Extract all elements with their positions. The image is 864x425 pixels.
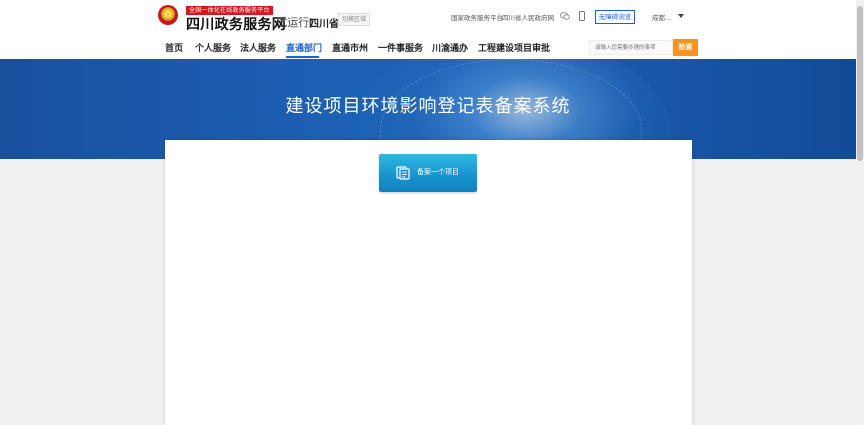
nav-departments[interactable]: 直通部门	[286, 41, 322, 54]
nav-construction-approval[interactable]: 工程建设项目审批	[478, 41, 550, 54]
national-emblem-icon	[158, 5, 178, 25]
content-panel: 备案一个项目	[165, 140, 692, 425]
scrollbar-thumb[interactable]	[857, 6, 863, 161]
page-scrollbar[interactable]	[856, 0, 864, 425]
link-separator: |	[498, 12, 501, 20]
accessibility-button[interactable]: 无障碍浏览	[595, 10, 635, 24]
site-header: 全国一体化在线政务服务平台 四川政务服务网 (试运行) 四川省 切换区域 国家政…	[0, 0, 856, 59]
mobile-app-icon[interactable]	[579, 11, 585, 21]
nav-sichuan-chongqing[interactable]: 川渝通办	[432, 41, 468, 54]
search-button[interactable]: 检索	[673, 39, 698, 56]
nav-legal-person-services[interactable]: 法人服务	[240, 41, 276, 54]
wechat-icon[interactable]	[560, 12, 570, 20]
chevron-down-icon[interactable]	[678, 14, 684, 18]
record-project-button[interactable]: 备案一个项目	[379, 154, 477, 192]
location-selector[interactable]: 成都...	[652, 12, 671, 22]
document-record-icon	[396, 166, 410, 180]
nav-home[interactable]: 首页	[165, 41, 183, 54]
record-project-label: 备案一个项目	[417, 168, 459, 176]
nav-one-thing-services[interactable]: 一件事服务	[378, 41, 423, 54]
trial-label: (试运行)	[272, 16, 314, 29]
active-tab-indicator	[286, 56, 319, 58]
provincial-gov-link[interactable]: 四川省人民政府网	[502, 12, 554, 22]
nav-personal-services[interactable]: 个人服务	[195, 41, 231, 54]
province-label: 四川省	[309, 19, 339, 30]
system-title: 建设项目环境影响登记表备案系统	[285, 96, 571, 117]
region-switch-button[interactable]: 切换区域	[338, 13, 371, 26]
search-input[interactable]	[589, 40, 673, 55]
national-platform-link[interactable]: 国家政务服务平台	[451, 12, 503, 22]
nav-cities[interactable]: 直通市州	[332, 41, 368, 54]
